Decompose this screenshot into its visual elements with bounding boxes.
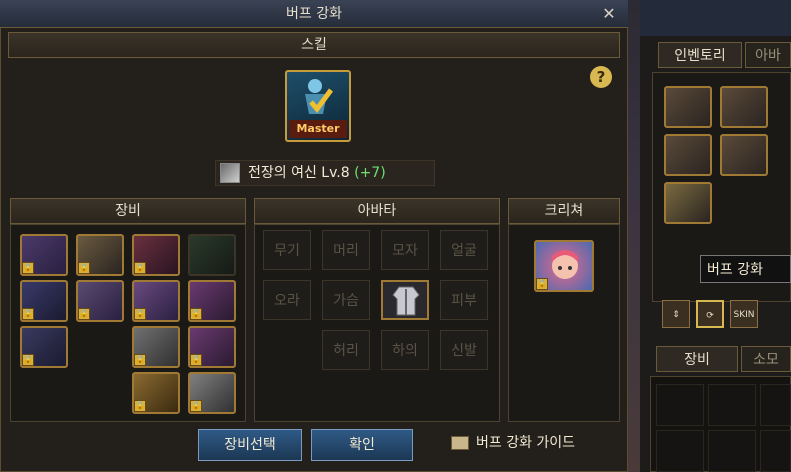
- tab-equipment[interactable]: 장비: [656, 346, 738, 372]
- equipment-slot[interactable]: 🔒: [132, 280, 180, 322]
- avatar-slot-waist[interactable]: 허리: [322, 330, 370, 370]
- window-title: 버프 강화: [286, 6, 342, 22]
- equipment-slot[interactable]: 🔒: [76, 234, 124, 276]
- avatar-slot-face[interactable]: 얼굴: [440, 230, 488, 270]
- creature-header: 크리쳐: [508, 198, 620, 224]
- skill-name: 전장의 여신 Lv.8 (+7): [248, 160, 386, 186]
- coat-icon: [392, 286, 420, 316]
- lock-icon: 🔒: [134, 354, 146, 366]
- equipment-header: 장비: [10, 198, 246, 224]
- close-button[interactable]: ✕: [598, 4, 620, 24]
- equipment-slot[interactable]: 🔒: [20, 234, 68, 276]
- tab-inventory[interactable]: 인벤토리: [658, 42, 742, 68]
- inventory-topbar: [640, 0, 791, 36]
- grid-cell[interactable]: [708, 430, 756, 472]
- tooltip: 버프 강화: [700, 255, 791, 283]
- equipment-slot[interactable]: [188, 234, 236, 276]
- avatar-slot-weapon[interactable]: 무기: [263, 230, 311, 270]
- help-button[interactable]: ?: [590, 66, 612, 88]
- sword-icon: [220, 163, 240, 183]
- creature-slot[interactable]: 🔒: [534, 240, 594, 292]
- skill-bonus: (+7): [354, 165, 386, 181]
- grid-cell[interactable]: [708, 384, 756, 426]
- master-badge: Master: [289, 120, 347, 138]
- equipment-slot[interactable]: 🔒: [188, 280, 236, 322]
- equipment-slot[interactable]: 🔒: [20, 280, 68, 322]
- equipment-slot[interactable]: 🔒: [20, 326, 68, 368]
- lock-icon: 🔒: [22, 354, 34, 366]
- equipment-slot[interactable]: 🔒: [188, 326, 236, 368]
- lock-icon: 🔒: [134, 308, 146, 320]
- inventory-item[interactable]: [664, 182, 712, 224]
- book-icon: [451, 436, 469, 450]
- grid-cell[interactable]: [760, 384, 791, 426]
- lock-icon: 🔒: [134, 400, 146, 412]
- equipment-slot[interactable]: 🔒: [132, 326, 180, 368]
- grid-cell[interactable]: [656, 384, 704, 426]
- grid-cell[interactable]: [656, 430, 704, 472]
- avatar-slot-chest[interactable]: 가슴: [322, 280, 370, 320]
- avatar-slot-skin[interactable]: 피부: [440, 280, 488, 320]
- equipment-slot[interactable]: 🔒: [76, 280, 124, 322]
- inventory-item[interactable]: [664, 134, 712, 176]
- skill-glyph-icon: [305, 79, 334, 114]
- creature-face-icon: [552, 250, 578, 279]
- lock-icon: 🔒: [22, 262, 34, 274]
- lock-icon: 🔒: [78, 262, 90, 274]
- avatar-slot-hat[interactable]: 모자: [381, 230, 429, 270]
- lock-icon: 🔒: [190, 354, 202, 366]
- lock-icon: 🔒: [22, 308, 34, 320]
- confirm-button[interactable]: 확인: [311, 429, 413, 461]
- buff-guide-link[interactable]: 버프 강화 가이드: [476, 432, 575, 454]
- inventory-item[interactable]: [720, 134, 768, 176]
- grid-cell[interactable]: [760, 430, 791, 472]
- avatar-slot-hair[interactable]: 머리: [322, 230, 370, 270]
- inventory-item[interactable]: [664, 86, 712, 128]
- skill-section-header: 스킬: [8, 32, 620, 58]
- lock-icon: 🔒: [190, 400, 202, 412]
- equipment-slot[interactable]: 🔒: [132, 234, 180, 276]
- lock-icon: 🔒: [78, 308, 90, 320]
- avatar-slot-shoes[interactable]: 신발: [440, 330, 488, 370]
- tab-avatar[interactable]: 아바: [745, 42, 791, 68]
- avatar-slot-top-equipped[interactable]: [381, 280, 429, 320]
- lock-icon: 🔒: [190, 308, 202, 320]
- inventory-item[interactable]: [720, 86, 768, 128]
- skill-icon[interactable]: Master: [285, 70, 351, 142]
- avatar-slot-pants[interactable]: 하의: [381, 330, 429, 370]
- skill-name-text: 전장의 여신 Lv.8: [248, 165, 350, 181]
- tab-consumable[interactable]: 소모: [741, 346, 791, 372]
- equipment-slot[interactable]: 🔒: [188, 372, 236, 414]
- avatar-header: 아바타: [254, 198, 500, 224]
- skin-button[interactable]: SKIN: [730, 300, 758, 328]
- lock-icon: 🔒: [536, 278, 548, 290]
- equipment-slot[interactable]: 🔒: [132, 372, 180, 414]
- select-equipment-button[interactable]: 장비선택: [198, 429, 302, 461]
- lock-icon: 🔒: [134, 262, 146, 274]
- buff-enhance-toggle-icon[interactable]: ⟳: [696, 300, 724, 328]
- sort-icon[interactable]: ⇕: [662, 300, 690, 328]
- avatar-slot-aura[interactable]: 오라: [263, 280, 311, 320]
